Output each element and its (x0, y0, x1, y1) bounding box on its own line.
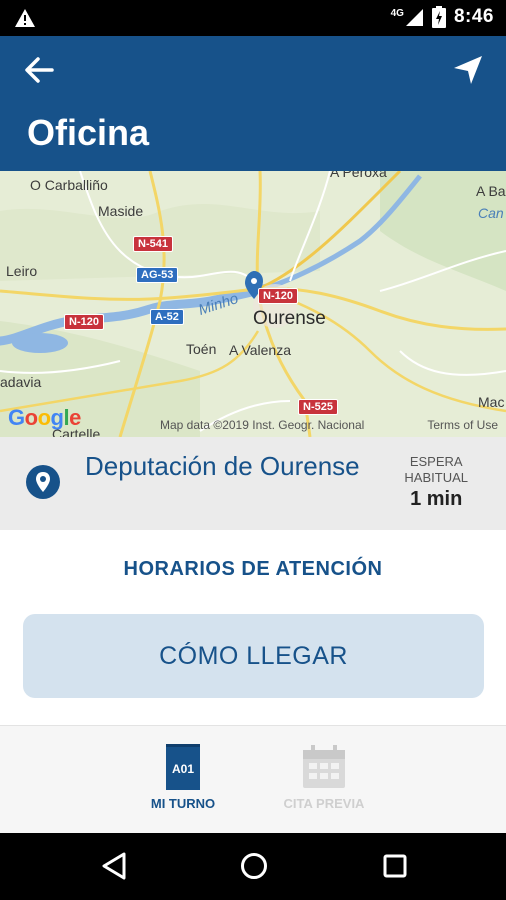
map-label: O Carballiño (30, 177, 108, 193)
status-bar: 4G 8:46 (0, 0, 506, 36)
map-label: Mac (478, 394, 505, 410)
tab-label: CITA PREVIA (283, 796, 365, 811)
map-label: A Peroxa (330, 171, 387, 180)
tab-mi-turno[interactable]: A01 MI TURNO (128, 744, 238, 811)
map-label: Leiro (6, 263, 38, 279)
wait-value: 1 min (410, 488, 463, 510)
directions-button[interactable]: CÓMO LLEGAR (23, 614, 484, 698)
road-shield: A-52 (150, 309, 184, 325)
warning-icon (15, 9, 35, 27)
wait-label: ESPERA (409, 454, 463, 469)
map-terms-link[interactable]: Terms of Use (427, 418, 498, 432)
office-name: Deputación de Ourense (85, 451, 360, 481)
map-canvas (0, 171, 506, 437)
ticket-icon: A01 (166, 744, 200, 790)
page-title: Oficina (27, 112, 150, 153)
home-circle-icon[interactable] (239, 851, 269, 881)
map-label: A Ba (476, 183, 506, 199)
map-label: Maside (98, 203, 144, 219)
arrow-left-icon[interactable] (20, 52, 60, 88)
content-area: HORARIOS DE ATENCIÓN CÓMO LLEGAR (0, 530, 506, 725)
ticket-number: A01 (172, 762, 194, 776)
app-bar: Oficina (0, 36, 506, 171)
tab-label: MI TURNO (150, 796, 216, 811)
system-nav-bar (0, 833, 506, 900)
road-shield: N-120 (64, 314, 104, 330)
back-triangle-icon[interactable] (100, 851, 128, 881)
office-info: Deputación de Ourense ESPERA HABITUAL 1 … (0, 437, 506, 530)
road-shield: N-525 (298, 399, 338, 415)
wait-time: ESPERA HABITUAL 1 min (404, 454, 468, 512)
clock: 8:46 (453, 6, 494, 27)
road-shield: N-541 (133, 236, 173, 252)
navigation-arrow-icon[interactable] (448, 50, 488, 90)
road-shield: N-120 (258, 288, 298, 304)
map-label: adavia (0, 374, 42, 390)
recents-square-icon[interactable] (381, 851, 409, 881)
bottom-tab-bar: A01 MI TURNO CITA PREVIA (0, 725, 506, 833)
map-view[interactable]: O Carballiño A Peroxa A Ba Can Maside Le… (0, 171, 506, 437)
map-label: A Valenza (229, 342, 292, 358)
google-logo: Google (8, 405, 81, 430)
road-shield: AG-53 (136, 267, 179, 283)
wait-label: HABITUAL (404, 470, 468, 485)
signal-icon (405, 9, 423, 26)
tab-cita-previa[interactable]: CITA PREVIA (269, 744, 379, 811)
map-label: Can (478, 205, 504, 221)
map-credit: Map data ©2019 Inst. Geogr. Nacional (160, 418, 365, 432)
battery-icon (431, 6, 446, 28)
calendar-icon (303, 745, 345, 788)
network-type: 4G (390, 8, 404, 19)
map-label: Toén (186, 341, 217, 357)
location-pin-icon (26, 465, 60, 499)
opening-hours-link[interactable]: HORARIOS DE ATENCIÓN (0, 558, 506, 581)
map-label-city: Ourense (253, 308, 326, 329)
